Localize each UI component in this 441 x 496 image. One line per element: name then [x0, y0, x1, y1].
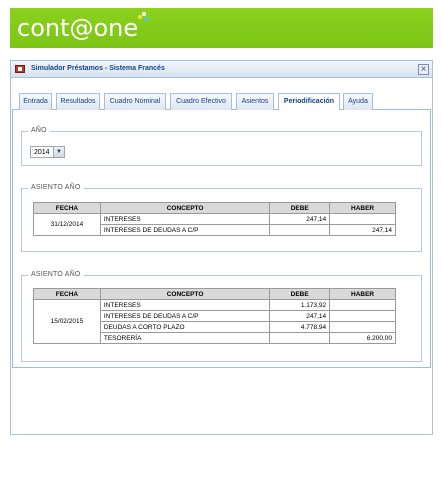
- table-header-row: FECHA CONCEPTO DEBE HABER: [33, 288, 396, 300]
- year-value: 2014: [34, 149, 50, 156]
- header-haber: HABER: [329, 288, 396, 300]
- concepto-cell: INTERESES DE DEUDAS A C/P: [99, 310, 271, 322]
- concepto-cell: INTERESES: [99, 213, 271, 225]
- logo-dots-icon: [138, 12, 150, 22]
- header-fecha: FECHA: [33, 288, 101, 300]
- tab-cuadro-efectivo[interactable]: Cuadro Efectivo: [170, 93, 232, 110]
- simulator-window: Simulador Préstamos - Sistema Francés × …: [10, 60, 433, 435]
- concepto-cell: INTERESES DE DEUDAS A C/P: [99, 224, 271, 236]
- app-icon: [15, 65, 25, 73]
- tab-entrada[interactable]: Entrada: [19, 93, 52, 110]
- concepto-cell: TESORERÍA: [99, 332, 271, 344]
- haber-cell: [329, 321, 396, 333]
- entry-date: 31/12/2014: [33, 213, 101, 236]
- debe-cell: [269, 224, 331, 236]
- entry2-legend: ASIENTO AÑO: [28, 271, 84, 278]
- entry-date: 15/02/2015: [33, 299, 101, 344]
- contaone-logo: cont@one: [17, 14, 139, 42]
- haber-cell: [329, 213, 396, 225]
- close-icon[interactable]: ×: [418, 64, 429, 75]
- debe-cell: 4.778,94: [269, 321, 331, 333]
- tab-periodificacion[interactable]: Periodificación: [278, 93, 340, 111]
- debe-cell: 247,14: [269, 213, 331, 225]
- header-debe: DEBE: [269, 202, 331, 214]
- debe-cell: 1.173,92: [269, 299, 331, 311]
- entry1-legend: ASIENTO AÑO: [28, 184, 84, 191]
- year-group: AÑO 2014 ▼: [21, 127, 422, 166]
- header-concepto: CONCEPTO: [99, 202, 271, 214]
- window-titlebar[interactable]: Simulador Préstamos - Sistema Francés ×: [11, 61, 432, 78]
- entry1-table: FECHA CONCEPTO DEBE HABER 31/12/2014 INT…: [33, 202, 396, 236]
- year-select[interactable]: 2014 ▼: [30, 146, 65, 158]
- haber-cell: 247,14: [329, 224, 396, 236]
- table-row: 15/02/2015 INTERESES 1.173,92: [33, 299, 396, 344]
- year-legend: AÑO: [28, 127, 50, 134]
- header-fecha: FECHA: [33, 202, 101, 214]
- table-header-row: FECHA CONCEPTO DEBE HABER: [33, 202, 396, 214]
- entry-group-2: ASIENTO AÑO FECHA CONCEPTO DEBE HABER 15…: [21, 271, 422, 362]
- haber-cell: [329, 310, 396, 322]
- haber-cell: 6.200,00: [329, 332, 396, 344]
- concepto-cell: DEUDAS A CORTO PLAZO: [99, 321, 271, 333]
- entry-group-1: ASIENTO AÑO FECHA CONCEPTO DEBE HABER 31…: [21, 184, 422, 252]
- periodificacion-panel: AÑO 2014 ▼ ASIENTO AÑO FECHA CONCEPTO DE…: [12, 110, 431, 368]
- debe-cell: 247,14: [269, 310, 331, 322]
- chevron-down-icon[interactable]: ▼: [53, 147, 64, 157]
- header-debe: DEBE: [269, 288, 331, 300]
- header-concepto: CONCEPTO: [99, 288, 271, 300]
- header-haber: HABER: [329, 202, 396, 214]
- tab-cuadro-nominal[interactable]: Cuadro Nominal: [104, 93, 166, 110]
- tab-ayuda[interactable]: Ayuda: [343, 93, 373, 110]
- app-header: cont@one: [10, 8, 433, 48]
- debe-cell: [269, 332, 331, 344]
- concepto-cell: INTERESES: [99, 299, 271, 311]
- tab-bar: Entrada Resultados Cuadro Nominal Cuadro…: [12, 90, 431, 111]
- haber-cell: [329, 299, 396, 311]
- tab-resultados[interactable]: Resultados: [56, 93, 100, 110]
- table-row: 31/12/2014 INTERESES 247,14: [33, 213, 396, 236]
- entry2-table: FECHA CONCEPTO DEBE HABER 15/02/2015 INT…: [33, 288, 396, 344]
- tab-asientos[interactable]: Asientos: [236, 93, 274, 110]
- window-title: Simulador Préstamos - Sistema Francés: [31, 65, 165, 72]
